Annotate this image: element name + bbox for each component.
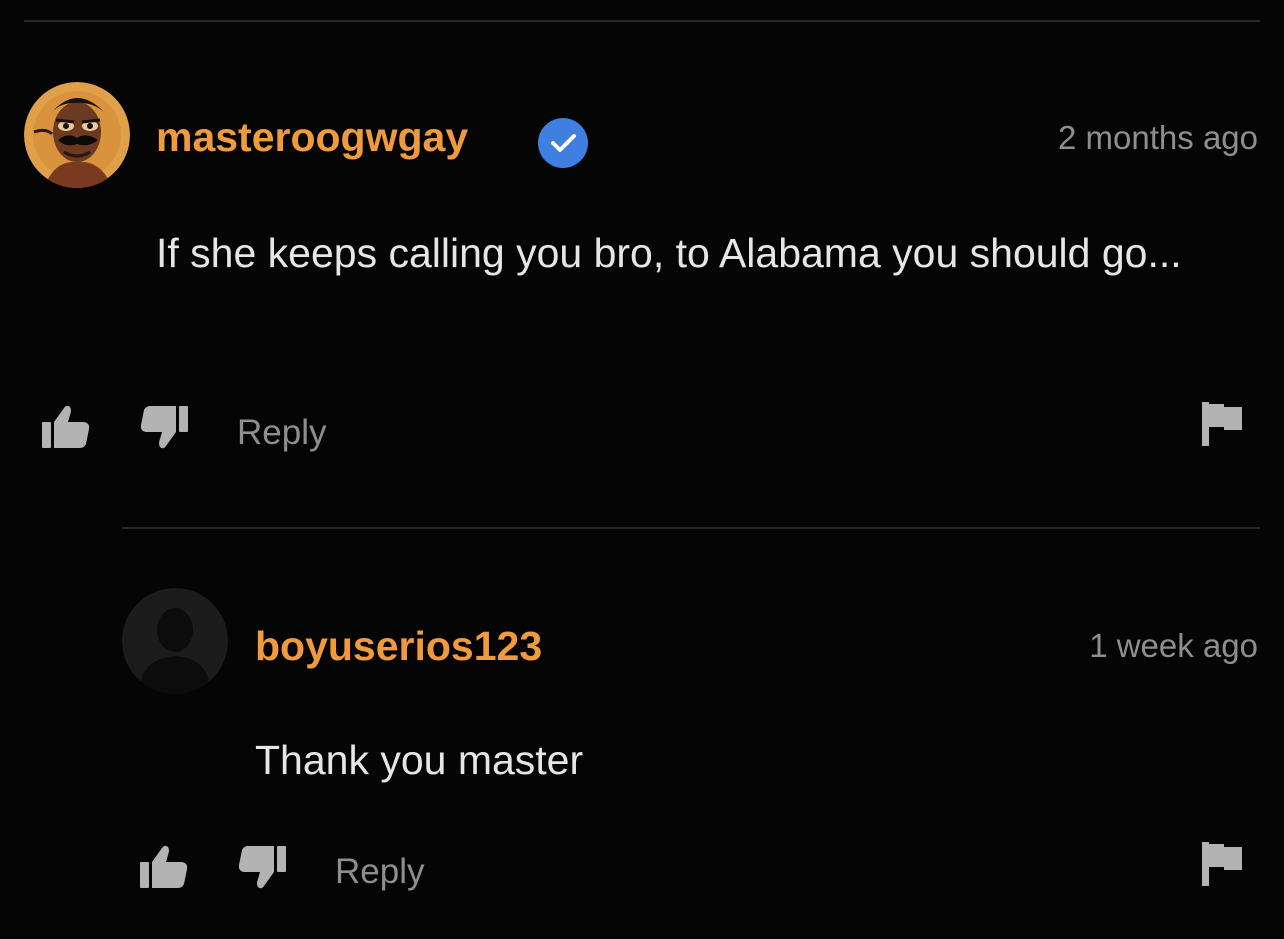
comment-timestamp: 2 months ago [1058,119,1258,156]
thumbs-down-icon[interactable] [138,402,190,454]
avatar[interactable] [122,588,228,694]
thumbs-up-icon[interactable] [138,842,190,894]
username[interactable]: boyuserios123 [255,622,542,670]
comment-text: If she keeps calling you bro, to Alabama… [156,230,1182,276]
flag-icon[interactable] [1200,400,1244,448]
reply-button[interactable]: Reply [237,413,326,453]
reply-button[interactable]: Reply [335,852,424,892]
top-divider [24,20,1260,22]
default-user-avatar-icon [122,588,228,694]
avatar[interactable] [24,82,130,188]
reply-divider [122,527,1260,529]
comment-text: Thank you master [255,737,584,783]
cartoon-avatar-icon [24,82,130,188]
check-badge-icon [538,118,588,168]
thumbs-down-icon[interactable] [236,842,288,894]
comment-timestamp: 1 week ago [1089,627,1258,664]
flag-icon[interactable] [1200,840,1244,888]
thumbs-up-icon[interactable] [40,402,92,454]
username[interactable]: masteroogwgay [156,113,468,161]
